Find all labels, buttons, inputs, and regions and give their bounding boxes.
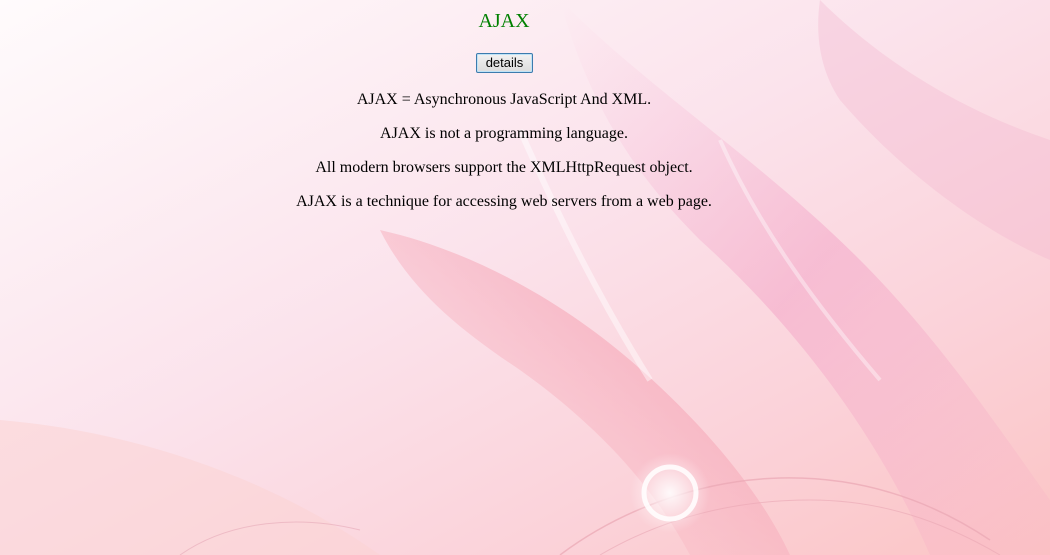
page-content: AJAX details AJAX = Asynchronous JavaScr… [0,0,1008,555]
page-title: AJAX [478,10,530,32]
paragraph-definition: AJAX = Asynchronous JavaScript And XML. [356,91,652,108]
details-button[interactable]: details [476,53,533,73]
paragraph-technique: AJAX is a technique for accessing web se… [296,193,712,210]
paragraph-not-language: AJAX is not a programming language. [380,125,628,142]
paragraph-browser-support: All modern browsers support the XMLHttpR… [315,159,693,176]
